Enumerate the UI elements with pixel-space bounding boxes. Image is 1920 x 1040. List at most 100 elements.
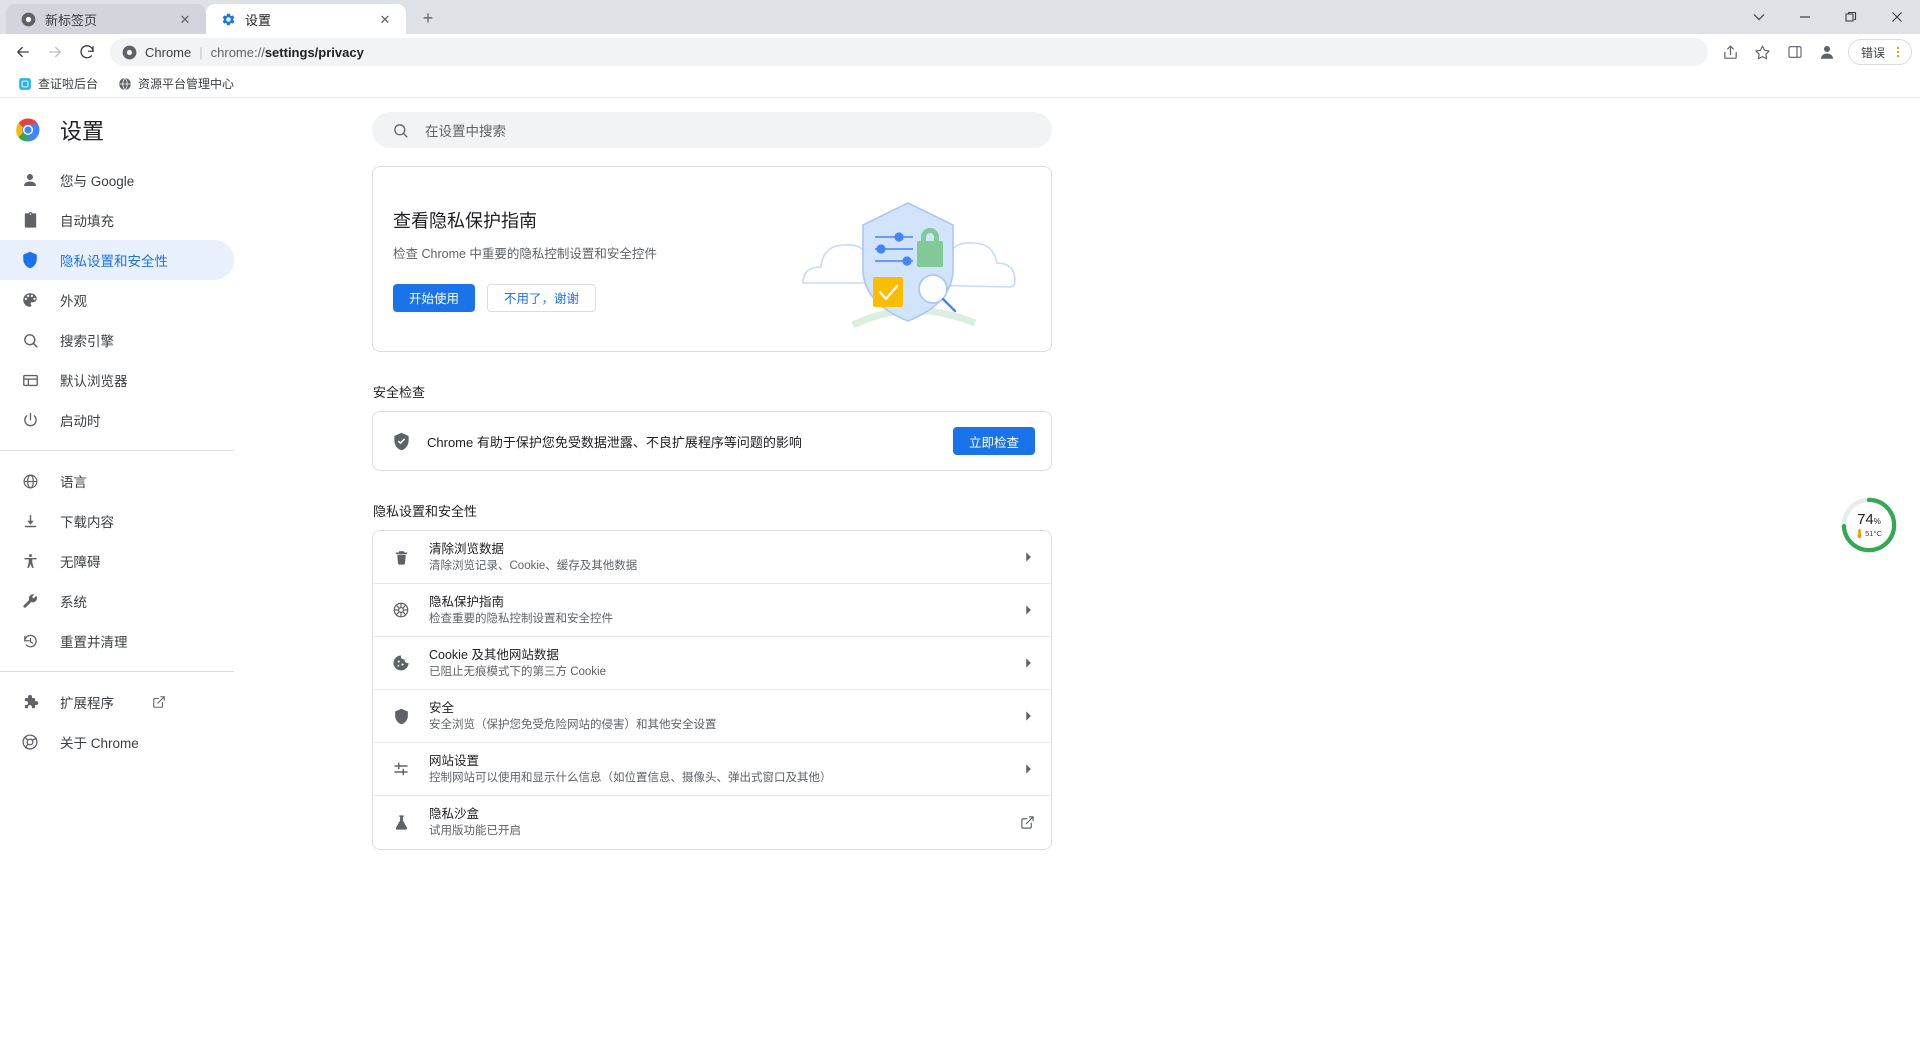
sidebar-item-downloads[interactable]: 下载内容 <box>0 501 234 541</box>
gauge-temperature: 51°C <box>1856 529 1882 538</box>
sidebar-item-privacy-and-security[interactable]: 隐私设置和安全性 <box>0 240 234 280</box>
share-icon[interactable] <box>1716 37 1746 67</box>
promo-buttons: 开始使用 不用了，谢谢 <box>393 284 773 312</box>
address-bar[interactable]: Chrome | chrome://settings/privacy <box>110 38 1708 66</box>
omnibox-url: chrome://settings/privacy <box>211 45 364 60</box>
row-subtitle: 检查重要的隐私控制设置和安全控件 <box>429 611 1003 628</box>
sidebar-item-search-engine[interactable]: 搜索引擎 <box>0 320 234 360</box>
row-subtitle: 清除浏览记录、Cookie、缓存及其他数据 <box>429 558 1003 575</box>
download-icon <box>20 511 40 531</box>
sidebar-item-label: 扩展程序 <box>60 692 114 712</box>
privacy-guide-promo-card: 查看隐私保护指南 检查 Chrome 中重要的隐私控制设置和安全控件 开始使用 … <box>372 166 1052 352</box>
sidebar-item-label: 搜索引擎 <box>60 330 114 350</box>
sidebar-item-you-and-google[interactable]: 您与 Google <box>0 160 234 200</box>
sidebar-item-accessibility[interactable]: 无障碍 <box>0 541 234 581</box>
gear-icon <box>220 11 236 27</box>
close-icon[interactable]: ✕ <box>176 10 194 28</box>
tab-search-icon[interactable] <box>1736 0 1782 34</box>
settings-content: 查看隐私保护指南 检查 Chrome 中重要的隐私控制设置和安全控件 开始使用 … <box>256 148 1920 850</box>
sidebar-item-languages[interactable]: 语言 <box>0 461 234 501</box>
shield-check-icon <box>391 431 411 451</box>
shield-icon <box>20 250 40 270</box>
settings-sidebar: 设置 您与 Google 自动填充 隐私设置和安全性 <box>0 98 256 1040</box>
reload-icon[interactable] <box>72 37 102 67</box>
sidebar-item-extensions[interactable]: 扩展程序 <box>0 682 234 722</box>
row-text-block: 网站设置 控制网站可以使用和显示什么信息（如位置信息、摄像头、弹出式窗口及其他） <box>429 752 1003 787</box>
row-title: 安全 <box>429 699 1003 717</box>
security-check-text: Chrome 有助于保护您免受数据泄露、不良扩展程序等问题的影响 <box>427 432 937 451</box>
sidebar-nav-group-2: 语言 下载内容 无障碍 系统 <box>0 461 256 661</box>
forward-icon[interactable] <box>40 37 70 67</box>
three-dot-menu-icon[interactable] <box>1891 45 1905 59</box>
chevron-right-icon[interactable] <box>1021 709 1035 723</box>
sidebar-item-label: 无障碍 <box>60 551 101 571</box>
side-panel-icon[interactable] <box>1780 37 1810 67</box>
run-security-check-button[interactable]: 立即检查 <box>953 427 1035 455</box>
sidebar-item-default-browser[interactable]: 默认浏览器 <box>0 360 234 400</box>
bookmark-item[interactable]: 资源平台管理中心 <box>110 72 242 95</box>
chevron-right-icon[interactable] <box>1021 762 1035 776</box>
sidebar-item-label: 启动时 <box>60 410 101 430</box>
chrome-icon <box>16 118 40 142</box>
error-pill-label: 错误 <box>1861 44 1885 61</box>
row-text-block: Cookie 及其他网站数据 已阻止无痕模式下的第三方 Cookie <box>429 646 1003 681</box>
maximize-icon[interactable] <box>1828 0 1874 34</box>
globe-icon <box>118 77 132 91</box>
wrench-icon <box>20 591 40 611</box>
search-icon <box>392 122 409 139</box>
close-icon[interactable] <box>1874 0 1920 34</box>
open-in-new-icon[interactable] <box>152 695 166 709</box>
start-privacy-guide-button[interactable]: 开始使用 <box>393 284 475 312</box>
window-controls <box>1736 0 1920 34</box>
sidebar-item-label: 外观 <box>60 290 87 310</box>
sidebar-item-autofill[interactable]: 自动填充 <box>0 200 234 240</box>
page-title: 设置 <box>60 114 104 146</box>
promo-text-block: 查看隐私保护指南 检查 Chrome 中重要的隐私控制设置和安全控件 开始使用 … <box>373 207 773 312</box>
sidebar-divider <box>0 450 234 451</box>
sidebar-item-reset-and-cleanup[interactable]: 重置并清理 <box>0 621 234 661</box>
settings-row-security[interactable]: 安全 安全浏览（保护您免受危险网站的侵害）和其他安全设置 <box>373 690 1051 743</box>
search-input[interactable]: 在设置中搜索 <box>372 112 1052 148</box>
privacy-shield-illustration <box>795 185 1025 340</box>
error-status-pill[interactable]: 错误 <box>1848 39 1912 65</box>
close-icon[interactable]: ✕ <box>376 10 394 28</box>
security-check-row[interactable]: Chrome 有助于保护您免受数据泄露、不良扩展程序等问题的影响 立即检查 <box>373 412 1051 470</box>
url-path: settings/privacy <box>265 45 364 60</box>
settings-row-clear-browsing-data[interactable]: 清除浏览数据 清除浏览记录、Cookie、缓存及其他数据 <box>373 531 1051 584</box>
privacy-settings-list: 清除浏览数据 清除浏览记录、Cookie、缓存及其他数据 <box>372 530 1052 850</box>
system-monitor-gauge[interactable]: 74% 51°C <box>1840 496 1898 554</box>
settings-row-privacy-sandbox[interactable]: 隐私沙盒 试用版功能已开启 <box>373 796 1051 849</box>
sidebar-item-system[interactable]: 系统 <box>0 581 234 621</box>
dismiss-privacy-guide-button[interactable]: 不用了，谢谢 <box>487 284 596 312</box>
sidebar-item-appearance[interactable]: 外观 <box>0 280 234 320</box>
cookie-icon <box>391 653 411 673</box>
sidebar-item-label: 语言 <box>60 471 87 491</box>
row-subtitle: 安全浏览（保护您免受危险网站的侵害）和其他安全设置 <box>429 717 1003 734</box>
settings-row-privacy-guide[interactable]: 隐私保护指南 检查重要的隐私控制设置和安全控件 <box>373 584 1051 637</box>
trash-icon <box>391 547 411 567</box>
sidebar-item-on-startup[interactable]: 启动时 <box>0 400 234 440</box>
row-subtitle: 已阻止无痕模式下的第三方 Cookie <box>429 664 1003 681</box>
settings-brand: 设置 <box>0 106 256 160</box>
bookmark-item[interactable]: 查证啦后台 <box>10 72 106 95</box>
settings-row-cookies[interactable]: Cookie 及其他网站数据 已阻止无痕模式下的第三方 Cookie <box>373 637 1051 690</box>
sidebar-item-label: 关于 Chrome <box>60 732 139 752</box>
privacy-guide-icon <box>391 600 411 620</box>
row-title: 隐私沙盒 <box>429 805 1002 823</box>
settings-row-site-settings[interactable]: 网站设置 控制网站可以使用和显示什么信息（如位置信息、摄像头、弹出式窗口及其他） <box>373 743 1051 796</box>
browser-tab-new-tab-page[interactable]: 新标签页 ✕ <box>6 4 206 34</box>
settings-main: 在设置中搜索 查看隐私保护指南 检查 Chrome 中重要的隐私控制设置和安全控… <box>256 98 1920 1040</box>
sidebar-item-label: 您与 Google <box>60 170 134 190</box>
minimize-icon[interactable] <box>1782 0 1828 34</box>
chevron-right-icon[interactable] <box>1021 550 1035 564</box>
browser-tab-settings[interactable]: 设置 ✕ <box>206 4 406 34</box>
chevron-right-icon[interactable] <box>1021 656 1035 670</box>
sidebar-item-about-chrome[interactable]: 关于 Chrome <box>0 722 234 762</box>
back-icon[interactable] <box>8 37 38 67</box>
chevron-right-icon[interactable] <box>1021 603 1035 617</box>
star-icon[interactable] <box>1748 37 1778 67</box>
avatar-icon[interactable] <box>1812 37 1842 67</box>
open-in-new-icon[interactable] <box>1020 815 1035 830</box>
new-tab-button[interactable]: + <box>414 4 442 32</box>
browser-toolbar: Chrome | chrome://settings/privacy 错误 <box>0 34 1920 70</box>
